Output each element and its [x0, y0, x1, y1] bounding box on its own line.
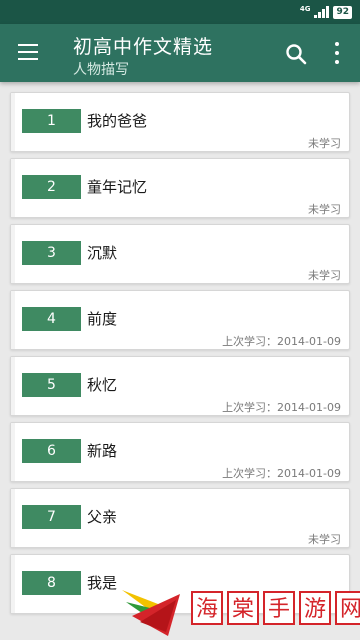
watermark-logo: 海 棠 手 游 网	[118, 582, 360, 640]
item-status: 未学习	[308, 269, 341, 282]
item-status: 未学习	[308, 533, 341, 546]
menu-icon[interactable]	[18, 44, 38, 60]
network-label: 4G	[299, 5, 311, 13]
status-icons: 4G 92	[300, 5, 352, 19]
item-status: 未学习	[308, 203, 341, 216]
more-options-icon[interactable]	[333, 42, 341, 64]
item-title: 前度	[87, 310, 118, 328]
item-title: 秋忆	[87, 376, 118, 394]
watermark-char: 海	[191, 591, 223, 625]
item-status: 上次学习：2014-01-09	[222, 401, 341, 414]
item-number-badge: 3	[22, 241, 81, 265]
item-number-badge: 2	[22, 175, 81, 199]
list-item[interactable]: 4 前度 上次学习：2014-01-09	[10, 290, 350, 350]
watermark-char: 棠	[227, 591, 259, 625]
item-status: 上次学习：2014-01-09	[222, 335, 341, 348]
item-number-badge: 7	[22, 505, 81, 529]
app-bar: 初高中作文精选 人物描写	[0, 24, 360, 82]
watermark-text: 海 棠 手 游 网	[191, 591, 360, 625]
list-item[interactable]: 3 沉默 未学习	[10, 224, 350, 284]
list-item[interactable]: 1 我的爸爸 未学习	[10, 92, 350, 152]
list-item[interactable]: 7 父亲 未学习	[10, 488, 350, 548]
watermark-char: 游	[299, 591, 331, 625]
item-title: 沉默	[87, 244, 118, 262]
list-item[interactable]: 2 童年记忆 未学习	[10, 158, 350, 218]
item-status: 上次学习：2014-01-09	[222, 467, 341, 480]
search-icon[interactable]	[285, 43, 307, 65]
signal-icon	[314, 6, 330, 18]
item-title: 新路	[87, 442, 118, 460]
item-number-badge: 5	[22, 373, 81, 397]
item-title: 父亲	[87, 508, 118, 526]
item-status: 未学习	[308, 137, 341, 150]
watermark-char: 手	[263, 591, 295, 625]
item-title: 我是	[87, 574, 118, 592]
item-number-badge: 4	[22, 307, 81, 331]
item-number-badge: 1	[22, 109, 81, 133]
app-subtitle: 人物描写	[73, 62, 129, 78]
item-number-badge: 8	[22, 571, 81, 595]
item-title: 童年记忆	[87, 178, 148, 196]
app-title: 初高中作文精选	[73, 36, 214, 58]
battery-indicator: 92	[333, 5, 352, 19]
item-number-badge: 6	[22, 439, 81, 463]
list-item[interactable]: 5 秋忆 上次学习：2014-01-09	[10, 356, 350, 416]
status-bar: 4G 92	[0, 0, 360, 24]
item-title: 我的爸爸	[87, 112, 148, 130]
watermark-char: 网	[335, 591, 360, 625]
watermark-emblem-icon	[122, 590, 180, 636]
list-item[interactable]: 6 新路 上次学习：2014-01-09	[10, 422, 350, 482]
